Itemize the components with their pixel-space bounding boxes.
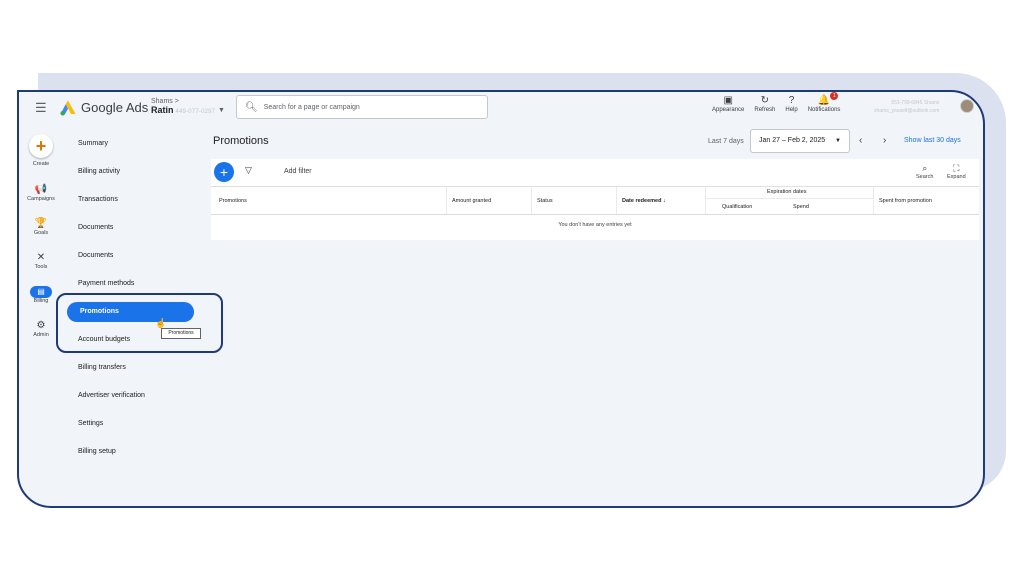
create-button[interactable]: + bbox=[29, 134, 53, 158]
table-toolbar: + ▽ Add filter ⌕ Search ⛶ Expand bbox=[211, 159, 979, 187]
nav-item-documents[interactable]: Documents bbox=[65, 218, 205, 238]
search-placeholder: Search for a page or campaign bbox=[263, 103, 360, 111]
top-actions: ▣ Appearance ↻ Refresh ? Help 🔔 1 Notifi… bbox=[712, 92, 840, 113]
chevron-left-icon[interactable]: ‹ bbox=[859, 135, 862, 146]
account-selector[interactable]: Shams > Ratin 449-077-0297 bbox=[151, 97, 215, 117]
menu-icon[interactable]: ☰ bbox=[35, 101, 47, 115]
rail-item-campaigns[interactable]: 📢 Campaigns bbox=[19, 184, 63, 202]
account-name: Ratin bbox=[151, 105, 174, 115]
filter-icon[interactable]: ▽ bbox=[245, 165, 252, 176]
expand-icon: ⛶ bbox=[953, 163, 960, 173]
column-header-amount-granted[interactable]: Amount granted bbox=[452, 198, 491, 204]
megaphone-icon: 📢 bbox=[34, 184, 48, 195]
show-last-30-days-link[interactable]: Show last 30 days bbox=[904, 137, 961, 144]
column-header-qualification[interactable]: Qualification bbox=[722, 204, 752, 210]
appearance-icon: ▣ bbox=[723, 95, 733, 106]
nav-item-advertiser-verification[interactable]: Advertiser verification bbox=[65, 386, 205, 406]
date-preset-label: Last 7 days bbox=[708, 138, 744, 145]
highlight-outline bbox=[56, 293, 223, 353]
nav-item-payment-methods[interactable]: Payment methods bbox=[65, 274, 205, 294]
user-info: 851-799-6845 Shams shams_youself@outlook… bbox=[874, 100, 940, 114]
notifications-icon: 🔔 bbox=[817, 95, 831, 106]
page-title: Promotions bbox=[213, 135, 269, 147]
nav-item-billing-activity[interactable]: Billing activity bbox=[65, 162, 205, 182]
avatar[interactable] bbox=[960, 99, 974, 113]
promotions-table: Promotions Amount granted Status Date re… bbox=[211, 187, 979, 240]
create-label: Create bbox=[32, 161, 50, 167]
search-box[interactable]: 🔍︎ Search for a page or campaign bbox=[236, 95, 488, 119]
nav-item-summary[interactable]: Summary bbox=[65, 134, 205, 154]
tooltip: Promotions bbox=[161, 328, 201, 339]
chevron-down-icon[interactable]: ▼ bbox=[218, 107, 225, 114]
refresh-icon: ↻ bbox=[760, 95, 770, 106]
search-table-button[interactable]: ⌕ Search bbox=[916, 163, 933, 180]
notifications-button[interactable]: 🔔 1 Notifications bbox=[808, 92, 840, 113]
search-icon: ⌕ bbox=[922, 163, 928, 173]
notification-badge: 1 bbox=[830, 92, 839, 100]
tools-icon: ✕ bbox=[36, 252, 46, 263]
trophy-icon: 🏆 bbox=[34, 218, 48, 229]
app-window: ☰ Google Ads Shams > Ratin 449-077-0297 … bbox=[17, 90, 985, 508]
billing-icon: ▤ bbox=[30, 286, 52, 298]
stage: ☰ Google Ads Shams > Ratin 449-077-0297 … bbox=[0, 0, 1024, 579]
expand-button[interactable]: ⛶ Expand bbox=[947, 163, 966, 180]
help-icon: ? bbox=[788, 95, 795, 106]
column-header-status[interactable]: Status bbox=[537, 198, 553, 204]
column-header-promotions[interactable]: Promotions bbox=[219, 198, 247, 204]
nav-item-documents-2[interactable]: Documents bbox=[65, 246, 205, 266]
column-header-spend[interactable]: Spend bbox=[793, 204, 809, 210]
search-icon: 🔍︎ bbox=[245, 101, 258, 113]
nav-item-transactions[interactable]: Transactions bbox=[65, 190, 205, 210]
rail-item-tools[interactable]: ✕ Tools bbox=[19, 252, 63, 270]
caret-down-icon: ▼ bbox=[835, 138, 841, 144]
app-name: Google Ads bbox=[81, 100, 149, 115]
add-filter-button[interactable]: Add filter bbox=[284, 168, 312, 175]
rail-item-goals[interactable]: 🏆 Goals bbox=[19, 218, 63, 236]
top-bar: ☰ Google Ads Shams > Ratin 449-077-0297 … bbox=[19, 92, 983, 126]
column-header-date-redeemed[interactable]: Date redeemed ↓ bbox=[622, 198, 666, 204]
appearance-button[interactable]: ▣ Appearance bbox=[712, 95, 744, 113]
nav-item-settings[interactable]: Settings bbox=[65, 414, 205, 434]
refresh-button[interactable]: ↻ Refresh bbox=[754, 95, 775, 113]
add-button[interactable]: + bbox=[214, 162, 234, 182]
nav-item-billing-setup[interactable]: Billing setup bbox=[65, 442, 205, 462]
arrow-down-icon: ↓ bbox=[662, 198, 666, 204]
help-button[interactable]: ? Help bbox=[785, 95, 797, 113]
nav-item-billing-transfers[interactable]: Billing transfers bbox=[65, 358, 205, 378]
column-group-expiration-dates: Expiration dates bbox=[767, 189, 807, 195]
date-range-value: Jan 27 – Feb 2, 2025 bbox=[759, 137, 826, 144]
empty-state-message: You don't have any entries yet bbox=[558, 222, 632, 228]
column-header-spent-from-promotion[interactable]: Spent from promotion bbox=[879, 198, 932, 204]
chevron-right-icon[interactable]: › bbox=[883, 135, 886, 146]
google-ads-logo-icon bbox=[60, 100, 76, 116]
date-range-picker[interactable]: Jan 27 – Feb 2, 2025 ▼ bbox=[750, 129, 850, 153]
account-id: 449-077-0297 bbox=[175, 109, 216, 115]
